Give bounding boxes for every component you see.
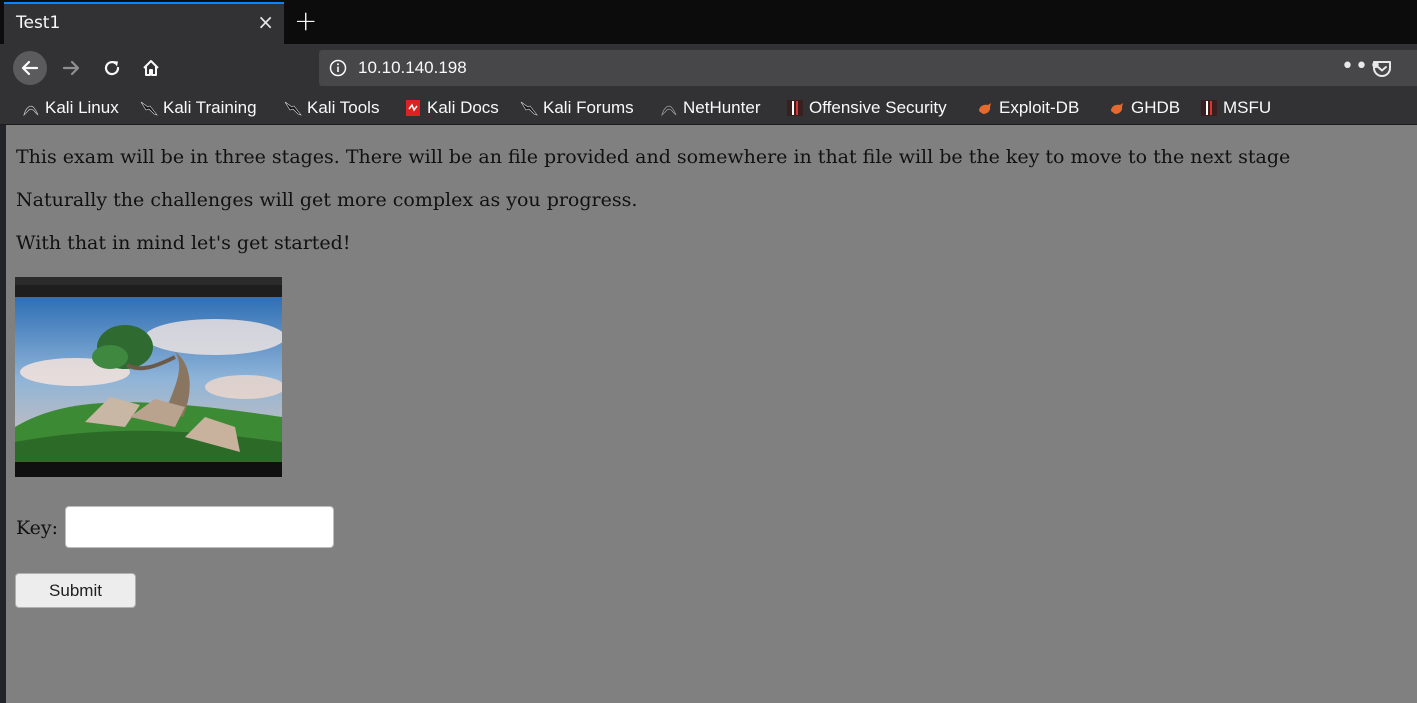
url-text[interactable]: 10.10.140.198: [358, 58, 467, 78]
pocket-icon[interactable]: [1371, 58, 1393, 80]
key-label: Key:: [16, 517, 59, 539]
nethunter-icon: [661, 105, 677, 117]
home-icon: [143, 60, 159, 76]
navigation-toolbar: 10.10.140.198 •••: [0, 44, 1417, 92]
bookmark-label: MSFU: [1223, 98, 1272, 117]
offsec-icon: [787, 100, 803, 116]
tab-active[interactable]: Test1 ×: [4, 2, 284, 44]
back-button[interactable]: [13, 51, 47, 85]
exploitdb-icon: [979, 103, 991, 114]
bookmark-label: Kali Forums: [543, 98, 634, 117]
start-paragraph: With that in mind let's get started!: [16, 232, 351, 254]
intro-paragraph: This exam will be in three stages. There…: [16, 146, 1291, 168]
kali-dragon-icon: [140, 101, 158, 116]
landscape-screenshot-image: [15, 277, 282, 477]
reload-icon: [104, 60, 120, 76]
new-tab-button[interactable]: +: [294, 6, 317, 36]
bookmark-offensive-security[interactable]: Offensive Security: [786, 96, 947, 120]
bookmark-label: Kali Linux: [45, 98, 119, 117]
exploitdb-icon: [1111, 103, 1123, 114]
bookmark-label: Kali Training: [163, 98, 257, 117]
bookmark-kali-docs[interactable]: Kali Docs: [404, 96, 499, 120]
submit-button[interactable]: Submit: [15, 573, 136, 608]
reload-button[interactable]: [95, 51, 129, 85]
bookmark-label: GHDB: [1131, 98, 1181, 117]
page-content: This exam will be in three stages. There…: [6, 125, 1417, 703]
kali-dragon-icon: [23, 105, 39, 117]
bookmark-exploit-db[interactable]: Exploit-DB: [976, 96, 1079, 120]
bookmark-kali-training[interactable]: Kali Training: [140, 96, 257, 120]
bookmark-kali-forums[interactable]: Kali Forums: [520, 96, 634, 120]
kali-docs-icon: [406, 100, 420, 116]
kali-dragon-icon: [520, 101, 538, 116]
bookmark-kali-linux[interactable]: Kali Linux: [22, 96, 119, 120]
bookmark-ghdb[interactable]: GHDB: [1108, 96, 1180, 120]
offsec-icon: [1201, 100, 1217, 116]
home-button[interactable]: [134, 51, 168, 85]
bookmark-label: Kali Tools: [307, 98, 380, 117]
back-arrow-icon: [21, 60, 39, 76]
bookmark-kali-tools[interactable]: Kali Tools: [284, 96, 379, 120]
bookmark-label: NetHunter: [683, 98, 761, 117]
key-input[interactable]: [65, 506, 334, 548]
bookmark-msfu[interactable]: MSFU: [1200, 96, 1271, 120]
tab-close-icon[interactable]: ×: [257, 12, 274, 32]
tab-strip: Test1 × +: [0, 0, 1417, 44]
forward-button[interactable]: [54, 51, 88, 85]
bookmarks-toolbar: Kali Linux Kali Training Kali Tools Kali…: [0, 92, 1417, 125]
bookmark-nethunter[interactable]: NetHunter: [660, 96, 760, 120]
bookmark-label: Exploit-DB: [999, 98, 1080, 117]
forward-arrow-icon: [62, 60, 80, 76]
tab-title: Test1: [16, 13, 61, 33]
bookmark-label: Kali Docs: [427, 98, 499, 117]
complexity-paragraph: Naturally the challenges will get more c…: [16, 189, 638, 211]
url-bar[interactable]: 10.10.140.198 •••: [319, 50, 1417, 86]
info-icon[interactable]: [329, 59, 347, 77]
bookmark-label: Offensive Security: [809, 98, 947, 117]
kali-dragon-icon: [284, 101, 302, 116]
